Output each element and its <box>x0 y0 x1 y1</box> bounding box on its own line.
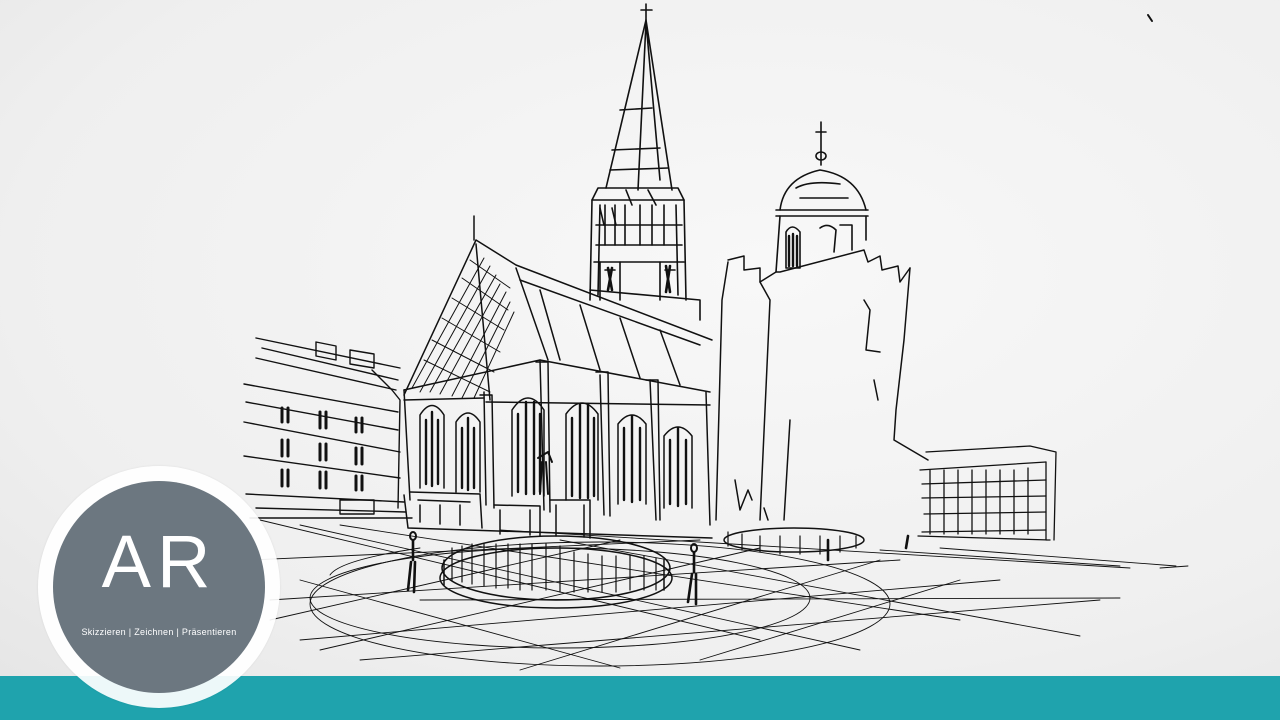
right-building <box>917 445 1057 541</box>
tower-wall <box>715 249 929 521</box>
logo-tagline: Skizzieren | Zeichnen | Präsentieren <box>81 627 237 637</box>
dome-tower <box>775 121 869 273</box>
plaza-ground <box>249 519 1189 671</box>
logo-initials: AR <box>101 520 217 603</box>
church-body <box>403 215 713 539</box>
church-spire <box>589 3 701 321</box>
stray-mark <box>1147 14 1153 22</box>
left-building <box>243 337 413 519</box>
